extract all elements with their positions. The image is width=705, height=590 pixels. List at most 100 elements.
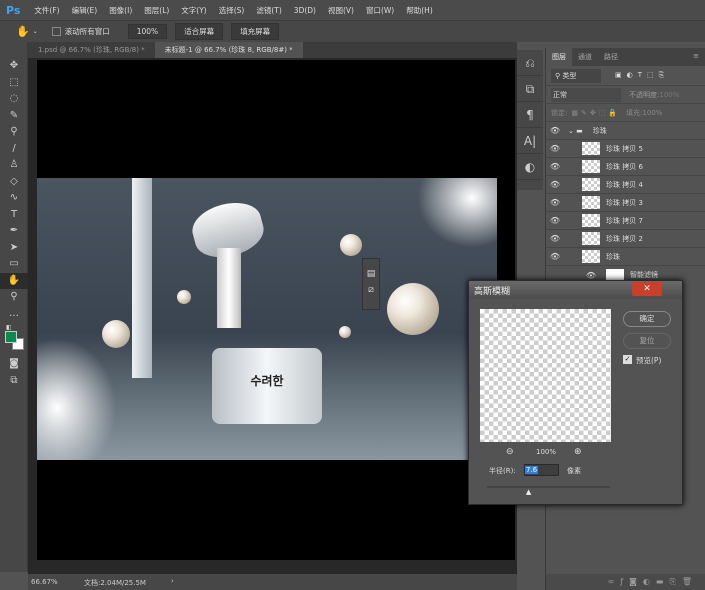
scroll-all-checkbox[interactable] [51,27,61,36]
slider-thumb[interactable]: ▲ [526,488,531,496]
eye-icon[interactable]: 👁 [546,162,564,171]
brush-tool-icon[interactable]: / [0,141,28,158]
eye-icon[interactable]: 👁 [582,271,600,280]
eye-icon[interactable]: 👁 [546,216,564,225]
quick-mask-icon[interactable]: ◙ [0,356,28,373]
blur-tool-icon[interactable]: ∿ [0,190,28,207]
eye-icon[interactable]: 👁 [546,180,564,189]
tab-untitled-1[interactable]: 未标题-1 @ 66.7% (珍珠 8, RGB/8#) * [154,42,303,58]
layer-thumbnail [582,196,600,209]
eye-icon[interactable]: 👁 [546,252,564,261]
menu-3d[interactable]: 3D(D) [294,6,316,15]
screen-mode-icon[interactable]: ⧉ [0,373,28,390]
status-menu-arrow-icon[interactable]: › [171,577,174,585]
layer-actions[interactable]: ∞ƒ◙◐▬⎘🗑 [546,574,705,590]
character-icon[interactable]: A| [517,128,543,154]
type-tool-icon[interactable]: T [0,207,28,224]
lasso-tool-icon[interactable]: ◌ [0,91,28,108]
panel-menu-icon[interactable]: ≡ [687,48,705,66]
eye-icon[interactable]: 👁 [546,144,564,153]
eyedropper-tool-icon[interactable]: ⚲ [0,124,28,141]
hand-tool-icon[interactable]: ✋ [16,25,30,38]
tab-1psd[interactable]: 1.psd @ 66.7% (珍珠, RGB/8) * [28,42,155,58]
chevron-down-icon[interactable]: ⌄ [33,28,38,35]
blend-mode-select[interactable]: 正常 [551,87,621,102]
eye-icon[interactable]: 👁 [546,198,564,207]
paragraph-icon[interactable]: ¶ [517,102,543,128]
pen-tool-icon[interactable]: ✒ [0,223,28,240]
filter-placeholder: 类型 [562,71,577,80]
foreground-color-swatch[interactable] [5,331,17,343]
preview-zoom: 100% [536,448,557,456]
menu-view[interactable]: 视图(V) [328,5,354,16]
folder-icon: ⌄ ▬ [568,126,583,135]
radius-slider[interactable] [487,486,610,488]
lock-icons[interactable]: ▦✎✥⬚🔒 [571,109,620,117]
zoom-out-icon[interactable]: ⊖ [506,447,514,457]
layer-row[interactable]: 👁 珍珠 拷贝 3 [546,194,705,212]
layer-thumbnail [582,214,600,227]
marquee-tool-icon[interactable]: ⬚ [0,75,28,92]
preview-checkbox[interactable]: ✓ [623,355,632,364]
zoom-tool-icon[interactable]: ⚲ [0,289,28,306]
pearl [340,234,362,256]
layer-row[interactable]: 👁 珍珠 拷贝 4 [546,176,705,194]
tab-layers[interactable]: 图层 [546,48,572,66]
menu-type[interactable]: 文字(Y) [181,5,206,16]
photoshop-logo: Ps [6,3,21,17]
radius-value: 7.6 [525,466,539,474]
menu-layer[interactable]: 图层(L) [144,5,169,16]
radius-input[interactable]: 7.6 [524,464,559,476]
radius-label: 半径(R): [489,467,516,475]
default-colors-icon[interactable]: ◧ [6,324,12,331]
eye-icon[interactable]: 👁 [546,234,564,243]
layer-thumbnail [582,250,600,263]
layer-row[interactable]: 👁 珍珠 拷贝 6 [546,158,705,176]
fit-screen-button[interactable]: 适合屏幕 [175,23,224,40]
layer-row[interactable]: 👁 珍珠 拷贝 5 [546,140,705,158]
stamp-tool-icon[interactable]: ♙ [0,157,28,174]
tab-channels[interactable]: 通道 [572,48,598,66]
layer-row[interactable]: 👁 珍珠 拷贝 7 [546,212,705,230]
rectangle-tool-icon[interactable]: ▭ [0,256,28,273]
properties-icon[interactable]: ▤ [363,269,379,279]
menu-file[interactable]: 文件(F) [34,5,59,16]
menu-edit[interactable]: 编辑(E) [72,5,98,16]
menu-help[interactable]: 帮助(H) [406,5,433,16]
menu-image[interactable]: 图像(I) [109,5,132,16]
tab-paths[interactable]: 路径 [598,48,624,66]
fill-input[interactable]: 100% [642,109,662,117]
adjust-icon[interactable]: ⧄ [363,285,379,295]
layer-filter-input[interactable]: ⚲ 类型 [551,68,601,83]
clone-source-icon[interactable]: ⧉ [517,76,543,102]
layer-row[interactable]: 👁 珍珠 拷贝 2 [546,230,705,248]
more-tools-icon[interactable]: … [0,306,28,323]
filter-icons[interactable]: ▣◐T⬚⎘ [615,71,669,80]
close-button[interactable]: ✕ [632,282,662,296]
menu-filter[interactable]: 滤镜(T) [256,5,281,16]
layer-group[interactable]: 👁 ⌄ ▬ 珍珠 [546,122,705,140]
move-tool-icon[interactable]: ✥ [0,58,28,75]
opacity-label: 不透明度: [629,90,660,99]
menu-window[interactable]: 窗口(W) [366,5,394,16]
fill-screen-button[interactable]: 填充屏幕 [231,23,280,40]
hand-tool-icon[interactable]: ✋ [0,272,28,289]
eye-icon[interactable]: 👁 [546,126,564,135]
blur-preview[interactable] [480,309,611,442]
layer-name: 珍珠 拷贝 7 [606,216,643,225]
options-bar: ✋ ⌄ 滚动所有窗口 100% 适合屏幕 填充屏幕 [0,20,705,42]
zoom-100-button[interactable]: 100% [127,24,168,39]
path-select-tool-icon[interactable]: ➤ [0,240,28,257]
zoom-in-icon[interactable]: ⊕ [574,447,582,457]
zoom-readout[interactable]: 66.67% [31,578,58,586]
eraser-tool-icon[interactable]: ◇ [0,174,28,191]
layer-row[interactable]: 👁 珍珠 [546,248,705,266]
reset-button[interactable]: 复位 [623,333,671,349]
menu-select[interactable]: 选择(S) [219,5,245,16]
pearl [177,290,191,304]
adjustments-icon[interactable]: ◐ [517,154,543,180]
opacity-input[interactable]: 100% [659,91,679,99]
ok-button[interactable]: 确定 [623,311,671,327]
quick-select-tool-icon[interactable]: ✎ [0,108,28,125]
history-icon[interactable]: ⎌ [517,50,543,76]
